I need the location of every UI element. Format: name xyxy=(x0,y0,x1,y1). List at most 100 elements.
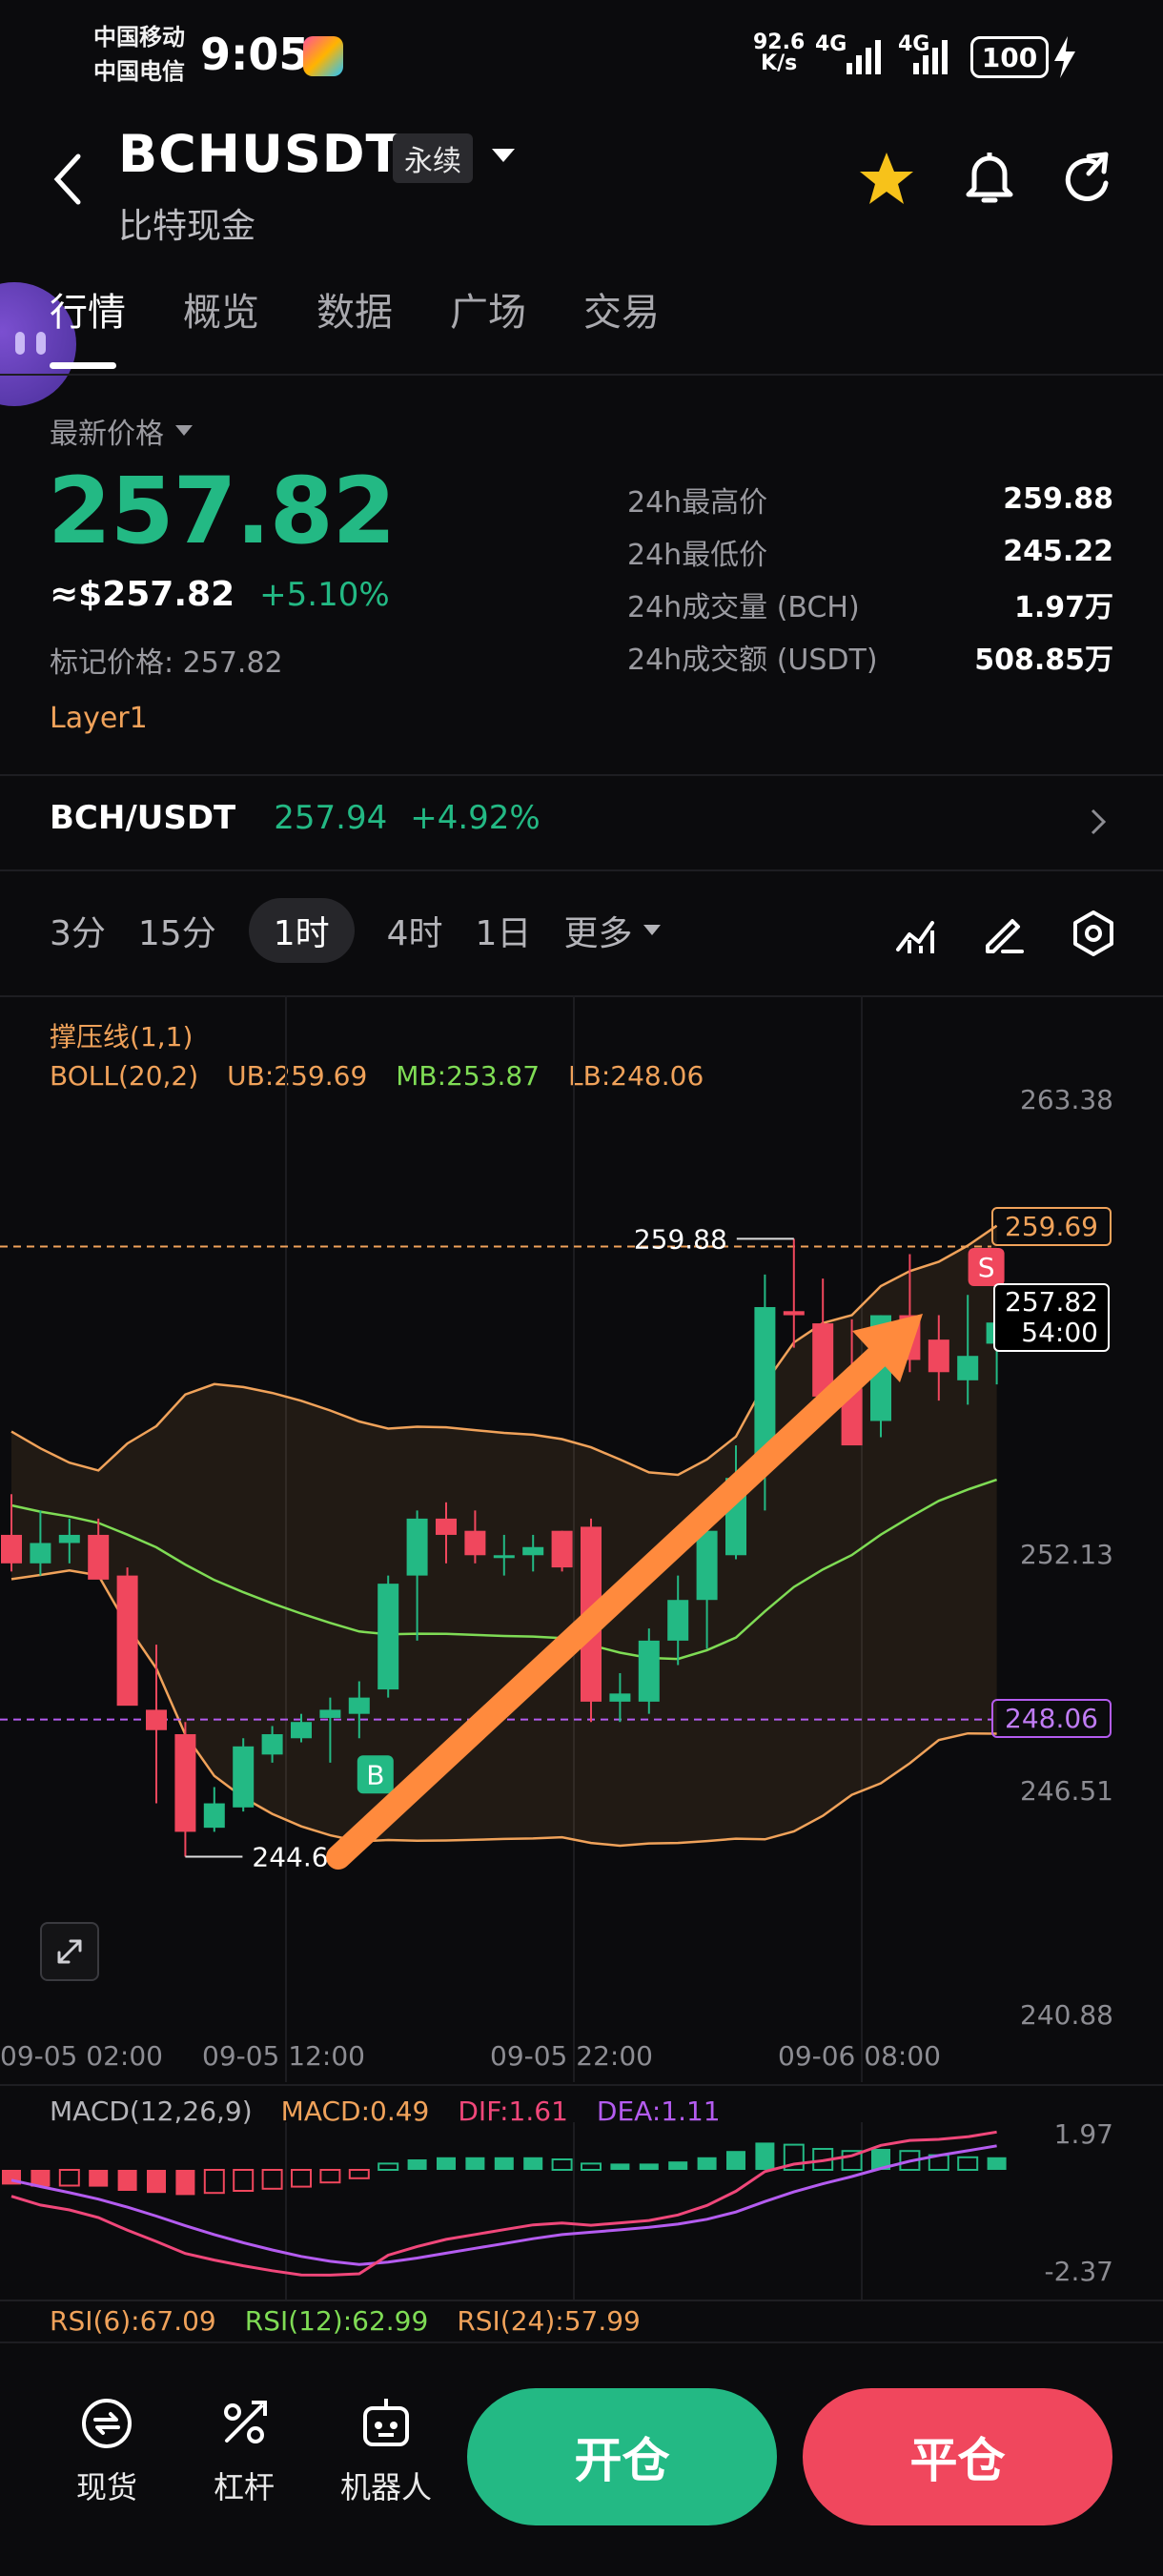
battery-icon: 100 xyxy=(970,36,1049,78)
candle-body xyxy=(436,1518,457,1535)
symbol-dropdown-icon[interactable] xyxy=(490,147,517,166)
chevron-right-icon[interactable] xyxy=(1089,807,1108,837)
macd-histogram-bar xyxy=(377,2162,399,2172)
tab-overview[interactable]: 概览 xyxy=(183,281,259,337)
stat-row: 24h最低价 245.22 xyxy=(627,535,1113,572)
favorite-star-icon[interactable] xyxy=(858,151,915,206)
price-change: +5.10% xyxy=(259,575,390,614)
candle-body xyxy=(783,1311,805,1316)
tab-trade[interactable]: 交易 xyxy=(583,281,660,337)
ub-price-tag: 259.69 xyxy=(991,1207,1112,1246)
candle-body xyxy=(174,1734,196,1832)
macd-histogram-bar xyxy=(610,2163,630,2170)
fullscreen-button[interactable] xyxy=(40,1922,99,1981)
macd-histogram-bar xyxy=(465,2157,485,2170)
price-axis-label: 263.38 xyxy=(1020,1084,1113,1115)
candlestick-chart[interactable]: 259.88244.69BS xyxy=(0,995,1163,2082)
high-price-label: 259.88 xyxy=(634,1223,727,1255)
timeframe-3m[interactable]: 3分 xyxy=(50,906,106,955)
macd-histogram-bar xyxy=(726,2151,745,2170)
macd-histogram-bar xyxy=(957,2156,979,2172)
symbol-title: BCHUSDT xyxy=(118,124,402,184)
signal-2-icon xyxy=(913,40,948,74)
share-icon[interactable] xyxy=(1060,151,1117,208)
macd-histogram-bar xyxy=(639,2163,659,2170)
timeframe-1d[interactable]: 1日 xyxy=(476,906,532,955)
rsi-legend: RSI(6):67.09 RSI(12):62.99 RSI(24):57.99 xyxy=(50,2305,641,2337)
macd-histogram-bar xyxy=(348,2169,370,2179)
macd-histogram-bar xyxy=(58,2169,80,2187)
candle-body xyxy=(348,1697,370,1714)
candle-body xyxy=(551,1530,573,1568)
candle-body xyxy=(406,1518,428,1576)
macd-histogram-bar xyxy=(668,2161,688,2170)
tabs-divider xyxy=(0,374,1163,376)
macd-histogram-bar xyxy=(203,2169,225,2195)
candle-body xyxy=(609,1693,631,1702)
candle-body xyxy=(493,1555,515,1559)
charging-icon xyxy=(1054,36,1075,78)
last-price: 257.82 xyxy=(48,458,396,564)
draw-pencil-icon[interactable] xyxy=(982,911,1026,955)
active-tab-indicator xyxy=(50,362,116,369)
macd-histogram-bar xyxy=(175,2170,195,2196)
macd-histogram-bar xyxy=(319,2169,341,2184)
candle-body xyxy=(291,1722,312,1739)
net-speed: 92.6 K/s xyxy=(753,31,806,75)
spot-pair: BCH/USDT xyxy=(50,799,236,837)
tab-data[interactable]: 数据 xyxy=(316,281,393,337)
macd-histogram-bar xyxy=(117,2170,137,2191)
stats-panel: 24h最高价 259.88 24h最低价 245.22 24h成交量 (BCH) 1.… xyxy=(627,473,1113,683)
candle-body xyxy=(667,1600,689,1641)
signal-1-icon xyxy=(847,40,881,74)
leverage-nav-button[interactable]: 杠杆 xyxy=(204,2395,284,2507)
macd-histogram-bar xyxy=(89,2170,109,2187)
bell-icon[interactable] xyxy=(965,147,1014,208)
macd-histogram-bar xyxy=(437,2157,456,2170)
candle-body xyxy=(377,1584,399,1690)
timeframe-15m[interactable]: 15分 xyxy=(138,906,216,955)
back-icon[interactable] xyxy=(50,153,88,206)
macd-chart[interactable] xyxy=(0,2084,1163,2300)
candle-body xyxy=(319,1709,341,1718)
chart-settings-icon[interactable] xyxy=(1070,910,1117,957)
robot-nav-button[interactable]: 机器人 xyxy=(334,2395,439,2507)
candle-body xyxy=(233,1746,255,1808)
macd-histogram-bar xyxy=(581,2162,602,2172)
candle-body xyxy=(30,1543,51,1564)
buy-marker-label: B xyxy=(366,1759,384,1790)
indicator-chart-icon[interactable] xyxy=(894,913,938,955)
main-tabs: 行情 概览 数据 广场 交易 xyxy=(50,281,660,337)
macd-histogram-bar xyxy=(494,2157,514,2170)
timeframe-1h[interactable]: 1时 xyxy=(248,898,355,963)
price-axis-label: 246.51 xyxy=(1020,1775,1113,1807)
macd-histogram-bar xyxy=(697,2157,717,2170)
tab-market[interactable]: 行情 xyxy=(50,281,126,337)
macd-histogram-bar xyxy=(987,2157,1007,2170)
spot-swap-icon xyxy=(82,2399,132,2448)
spot-price: 257.94 xyxy=(274,799,388,837)
spot-pair-row[interactable]: BCH/USDT 257.94 +4.92% xyxy=(50,799,1117,837)
candle-body xyxy=(696,1530,718,1601)
price-label-row[interactable]: 最新价格 xyxy=(50,410,194,452)
spot-nav-button[interactable]: 现货 xyxy=(67,2395,147,2507)
candle-body xyxy=(638,1640,660,1702)
close-position-button[interactable]: 平仓 xyxy=(803,2388,1112,2525)
category-tag[interactable]: Layer1 xyxy=(50,702,148,735)
candle-body xyxy=(928,1339,949,1373)
macd-axis-label: -2.37 xyxy=(1044,2256,1113,2287)
candle-body xyxy=(146,1709,167,1730)
timeframe-more[interactable]: 更多 xyxy=(563,906,663,955)
lb-price-tag: 248.06 xyxy=(991,1699,1112,1738)
candle-body xyxy=(522,1546,544,1556)
leverage-percent-icon xyxy=(224,2401,267,2443)
tab-square[interactable]: 广场 xyxy=(450,281,526,337)
time-axis-label: 09-06 08:00 xyxy=(778,2040,941,2072)
timeframe-bar: 3分 15分 1时 4时 1日 更多 xyxy=(50,898,663,963)
timeframe-4h[interactable]: 4时 xyxy=(387,906,443,955)
clock: 9:05 xyxy=(200,29,310,80)
open-position-button[interactable]: 开仓 xyxy=(467,2388,777,2525)
candle-body xyxy=(957,1356,979,1380)
candle-body xyxy=(464,1530,486,1556)
candle-body xyxy=(116,1575,138,1707)
